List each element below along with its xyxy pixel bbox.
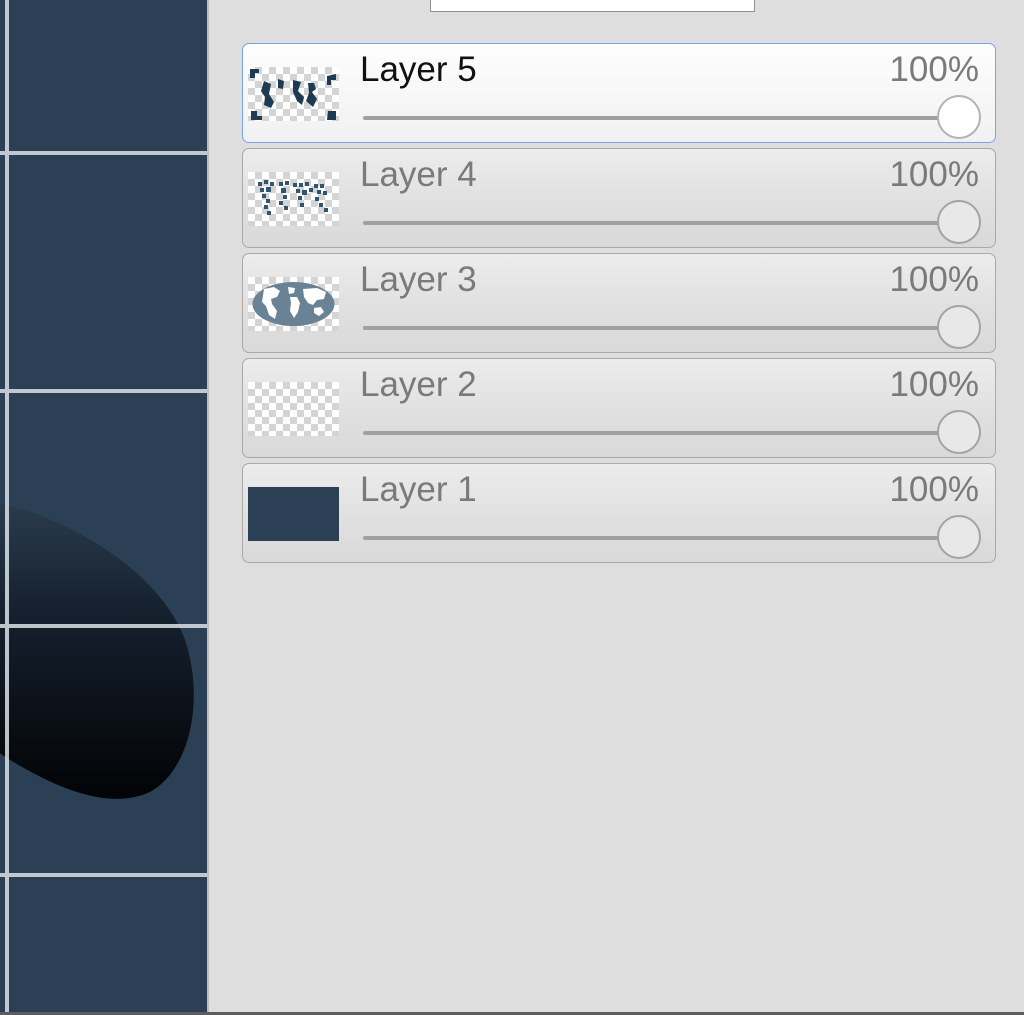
opacity-slider-handle[interactable] [937, 515, 981, 559]
layer-name: Layer 3 [360, 260, 477, 299]
layer-item[interactable]: Layer 3 100% [242, 253, 996, 353]
opacity-slider-handle[interactable] [937, 95, 981, 139]
map-fragments-thumbnail-icon [250, 69, 336, 120]
opacity-slider-handle[interactable] [937, 410, 981, 454]
transparent-thumbnail-icon [248, 382, 339, 436]
opacity-slider-handle[interactable] [937, 200, 981, 244]
layers-list: Layer 5 100% Layer 4 100% Layer 3 100% L… [242, 43, 996, 568]
layer-item[interactable]: Layer 4 100% [242, 148, 996, 248]
panel-divider[interactable] [207, 0, 209, 1012]
layer-item[interactable]: Layer 5 100% [242, 43, 996, 143]
layer-opacity-value: 100% [889, 365, 979, 404]
opacity-slider-track[interactable] [363, 221, 959, 225]
layer-opacity-value: 100% [889, 50, 979, 89]
world-map-thumbnail-icon [252, 282, 335, 326]
layer-opacity-value: 100% [889, 260, 979, 299]
layer-name: Layer 2 [360, 365, 477, 404]
opacity-slider-handle[interactable] [937, 305, 981, 349]
layer-name-input[interactable] [430, 0, 755, 12]
layer-thumbnail [248, 172, 339, 226]
layer-name: Layer 5 [360, 50, 477, 89]
layer-item[interactable]: Layer 2 100% [242, 358, 996, 458]
dotted-map-thumbnail-icon [258, 180, 328, 215]
layer-name: Layer 1 [360, 470, 477, 509]
layer-opacity-value: 100% [889, 470, 979, 509]
layer-opacity-value: 100% [889, 155, 979, 194]
layer-thumbnail [248, 277, 339, 331]
layer-name: Layer 4 [360, 155, 477, 194]
solid-fill-thumbnail-icon [248, 487, 339, 541]
canvas-artwork[interactable] [0, 0, 207, 1012]
layer-thumbnail [248, 67, 339, 121]
opacity-slider-track[interactable] [363, 431, 959, 435]
layer-item[interactable]: Layer 1 100% [242, 463, 996, 563]
canvas-area[interactable] [0, 0, 207, 1012]
opacity-slider-track[interactable] [363, 116, 959, 120]
opacity-slider-track[interactable] [363, 326, 959, 330]
opacity-slider-track[interactable] [363, 536, 959, 540]
